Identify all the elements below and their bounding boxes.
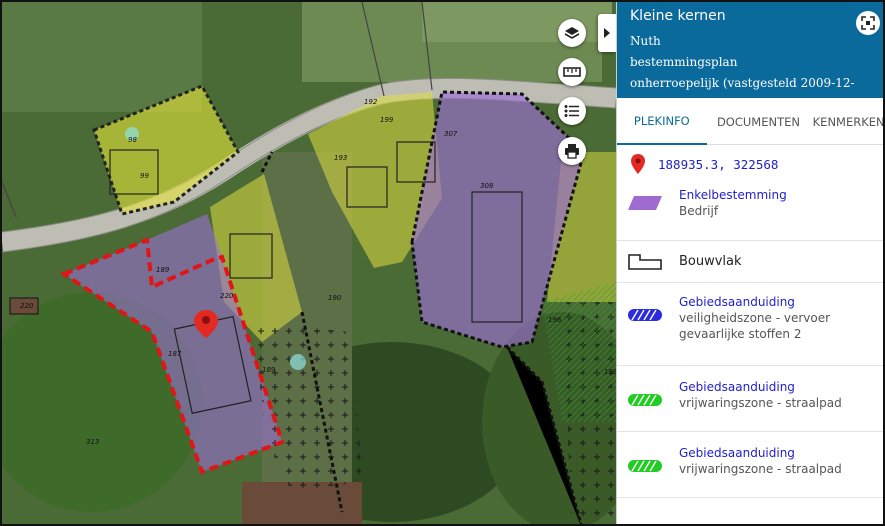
coordinates-link[interactable]: 188935.3, 322568 [658, 157, 778, 172]
map-view[interactable]: 98 99 192 199 193 307 308 189 220 220 187 190 189 313… [2, 2, 616, 524]
item-name: Gebiedsaanduiding [679, 380, 795, 394]
measure-icon [563, 67, 581, 77]
plan-type: bestemmingsplan [630, 55, 738, 69]
print-button[interactable] [558, 137, 586, 165]
green-hatched-icon [628, 394, 662, 406]
parcel-number: 189 [262, 366, 276, 374]
fullscreen-icon [861, 16, 875, 30]
item-desc: vrijwaringszone - straalpad [679, 462, 842, 476]
map-pin-icon [631, 154, 645, 174]
item-label: Bouwvlak [679, 253, 742, 269]
layers-button[interactable] [558, 19, 586, 47]
blue-hatched-icon [628, 309, 662, 321]
fullscreen-button[interactable] [856, 11, 880, 35]
plan-municipality: Nuth [630, 34, 661, 48]
parcel-number: 220 [220, 292, 234, 300]
plan-header: Kleine kernen Nuth bestemmingsplan onher… [617, 2, 883, 111]
parcel-number: 187 [168, 350, 182, 358]
parcel-number: 98 [128, 136, 137, 144]
item-desc: Bedrijf [679, 204, 719, 218]
list-item-bouwvlak[interactable]: Bouwvlak [617, 241, 883, 283]
parcel-number: 192 [364, 98, 378, 106]
info-panel: Kleine kernen Nuth bestemmingsplan onher… [616, 2, 883, 524]
legend-button[interactable] [558, 97, 586, 125]
parcel-number: 313 [86, 438, 99, 446]
item-name: Gebiedsaanduiding [679, 446, 795, 460]
green-hatched-icon [628, 460, 662, 472]
list-item-enkelbestemming[interactable]: Enkelbestemming Bedrijf [617, 183, 883, 241]
parcel-number: 189 [156, 266, 170, 274]
purple-parallelogram-icon [628, 196, 662, 210]
parcel-number: 307 [444, 130, 458, 138]
item-desc: veiligheidszone - vervoer gevaarlijke st… [679, 311, 831, 341]
parcel-number: 99 [140, 172, 149, 180]
item-name: Enkelbestemming [679, 188, 787, 202]
parcel-number: 196 [548, 316, 562, 324]
list-item-vrijwaringszone[interactable]: Gebiedsaanduiding vrijwaringszone - stra… [617, 366, 883, 432]
collapse-panel-button[interactable] [598, 14, 616, 52]
parcel-number: 308 [480, 182, 494, 190]
plan-title: Kleine kernen [630, 8, 726, 24]
list-item-vrijwaringszone-2[interactable]: Gebiedsaanduiding vrijwaringszone - stra… [617, 432, 883, 498]
plan-status: onherroepelijk (vastgesteld 2009-12-05) [630, 76, 855, 111]
chevron-right-icon [604, 28, 610, 38]
item-desc: vrijwaringszone - straalpad [679, 396, 842, 410]
print-icon [565, 144, 579, 159]
list-item-veiligheidszone[interactable]: Gebiedsaanduiding veiligheidszone - verv… [617, 283, 883, 366]
parcel-number: 199 [380, 116, 394, 124]
map-canvas: 98 99 192 199 193 307 308 189 220 220 187 190 189 313… [2, 2, 616, 524]
parcel-number: 199 [604, 368, 616, 376]
location-row: 188935.3, 322568 [617, 145, 883, 183]
building-outline-icon [628, 253, 662, 270]
parcel-number: 220 [20, 302, 34, 310]
parcel-number: 190 [328, 294, 342, 302]
legend-icon [564, 105, 579, 117]
item-name: Gebiedsaanduiding [679, 295, 795, 309]
app-frame: 98 99 192 199 193 307 308 189 220 220 187 190 189 313… [0, 0, 885, 526]
measure-button[interactable] [558, 58, 586, 86]
parcel-number: 193 [334, 154, 347, 162]
layers-icon [564, 27, 580, 39]
